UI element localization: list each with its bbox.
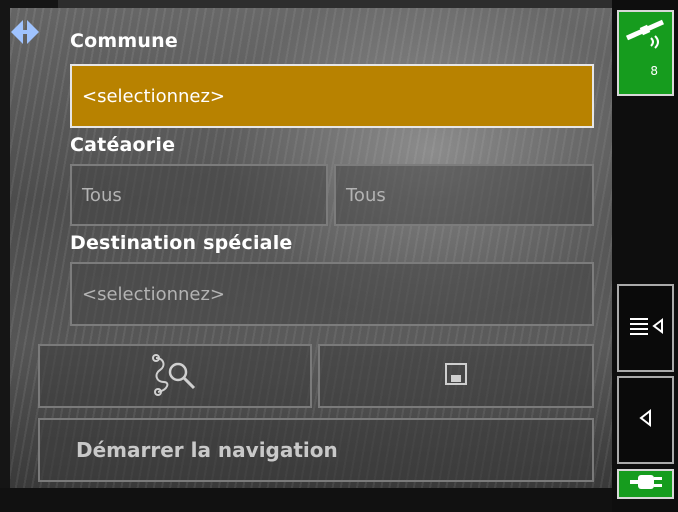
bottom-frame: [0, 488, 612, 512]
satellite-icon: [623, 16, 669, 53]
destination-field[interactable]: <selectionnez>: [70, 262, 594, 326]
compass-icon[interactable]: [10, 18, 40, 46]
screen: Commune <selectionnez> Catéaorie Tous To…: [0, 0, 678, 512]
categorie-label: Catéaorie: [70, 134, 176, 156]
search-map-icon: [144, 352, 206, 400]
categorie-field-1[interactable]: Tous: [70, 164, 328, 226]
back-arrow-icon: [636, 408, 656, 432]
commune-value: <selectionnez>: [82, 85, 225, 107]
save-icon: [444, 362, 468, 390]
search-map-button[interactable]: [38, 344, 312, 408]
commune-field[interactable]: <selectionnez>: [70, 64, 594, 128]
gps-satellite-count: 8: [650, 64, 658, 78]
start-navigation-button[interactable]: Démarrer la navigation: [38, 418, 594, 482]
back-button[interactable]: [617, 376, 674, 464]
destination-value: <selectionnez>: [82, 283, 225, 305]
commune-label: Commune: [70, 30, 178, 52]
destination-label: Destination spéciale: [70, 232, 293, 254]
power-status: [617, 469, 674, 499]
menu-list-icon: [626, 314, 666, 342]
power-plug-icon: [628, 472, 664, 496]
categorie-value-1: Tous: [82, 184, 122, 206]
gps-status[interactable]: 8: [617, 10, 674, 96]
start-navigation-label: Démarrer la navigation: [76, 438, 338, 462]
save-button[interactable]: [318, 344, 594, 408]
categorie-value-2: Tous: [346, 184, 386, 206]
menu-button[interactable]: [617, 284, 674, 372]
categorie-field-2[interactable]: Tous: [334, 164, 594, 226]
